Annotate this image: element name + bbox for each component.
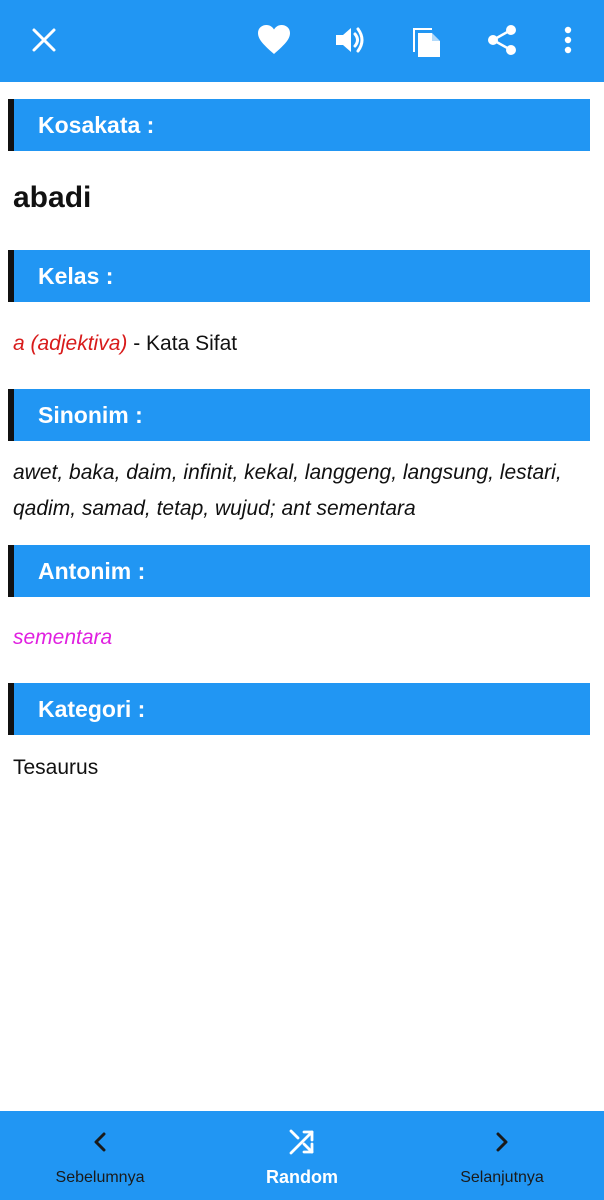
more-vert-icon [564, 26, 572, 54]
overflow-menu-button[interactable] [540, 14, 596, 66]
antonim-header-label: Antonim : [38, 557, 146, 584]
kategori-header: Kategori : [8, 683, 590, 735]
sinonim-value: awet, baka, daim, infinit, kekal, langge… [13, 461, 562, 520]
antonim-header: Antonim : [8, 545, 590, 597]
previous-label: Sebelumnya [55, 1169, 145, 1186]
kelas-header-label: Kelas : [38, 262, 114, 289]
kategori-header-label: Kategori : [38, 695, 146, 722]
kelas-value: a (adjektiva) - Kata Sifat [13, 326, 593, 362]
close-icon [32, 28, 56, 52]
speak-button[interactable] [322, 14, 378, 66]
kosakata-header-label: Kosakata : [38, 111, 155, 138]
share-icon [488, 25, 516, 55]
random-button[interactable]: Random [242, 1111, 362, 1200]
kelas-header: Kelas : [8, 250, 590, 302]
next-label: Selanjutnya [460, 1169, 544, 1186]
close-button[interactable] [16, 14, 72, 66]
sinonim-header-label: Sinonim : [38, 401, 143, 428]
top-toolbar [0, 0, 604, 82]
antonim-value[interactable]: sementara [13, 620, 593, 656]
heart-icon [258, 25, 290, 54]
chevron-right-icon [496, 1132, 508, 1152]
word-class-desc: - Kata Sifat [127, 332, 238, 355]
kategori-value: Tesaurus [13, 756, 99, 779]
kosakata-header: Kosakata : [8, 99, 590, 151]
sinonim-header: Sinonim : [8, 389, 590, 441]
favorite-button[interactable] [246, 14, 302, 66]
chevron-left-icon [94, 1132, 106, 1152]
random-label: Random [266, 1167, 338, 1187]
previous-button[interactable]: Sebelumnya [40, 1111, 160, 1200]
volume-icon [336, 27, 364, 53]
shuffle-icon [289, 1129, 314, 1155]
share-button[interactable] [474, 14, 530, 66]
word-class-abbr: a (adjektiva) [13, 332, 128, 355]
kosakata-value: abadi [13, 181, 92, 214]
bottom-navigation: Sebelumnya Random Selanjutnya [0, 1111, 604, 1200]
copy-icon [413, 28, 440, 57]
next-button[interactable]: Selanjutnya [442, 1111, 562, 1200]
copy-button[interactable] [398, 14, 454, 66]
